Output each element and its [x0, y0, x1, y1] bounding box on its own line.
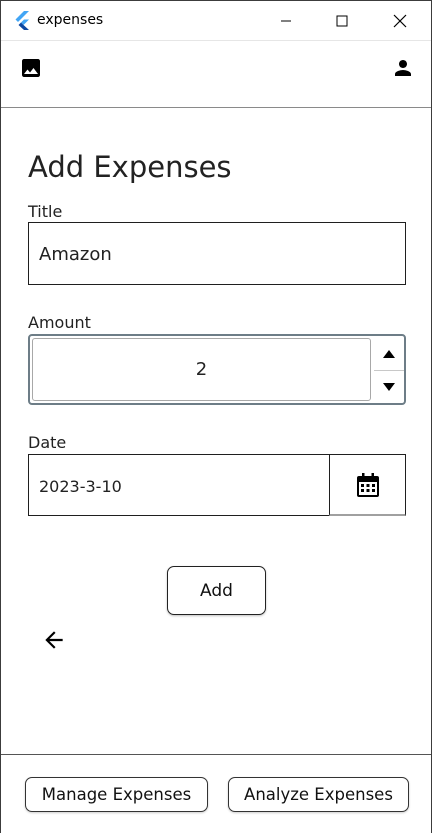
flutter-logo-icon [13, 10, 33, 30]
title-label: Title [28, 202, 63, 221]
manage-expenses-button[interactable]: Manage Expenses [25, 777, 208, 812]
close-button[interactable] [377, 1, 423, 40]
date-picker-button[interactable] [329, 454, 406, 516]
amount-field: 2 [28, 334, 406, 405]
amount-label: Amount [28, 313, 91, 332]
amount-input[interactable]: 2 [32, 338, 371, 401]
person-icon [395, 60, 411, 76]
date-input[interactable]: 2023-3-10 [28, 454, 330, 516]
title-input-value: Amazon [39, 244, 112, 265]
app-window: expenses Add Expenses Title Amazon Amoun… [0, 0, 432, 833]
triangle-down-icon [383, 383, 395, 391]
back-button[interactable] [37, 623, 71, 657]
window-title: expenses [37, 12, 104, 28]
image-icon [22, 59, 40, 77]
maximize-button[interactable] [319, 1, 365, 40]
add-button[interactable]: Add [167, 566, 266, 615]
image-button[interactable] [16, 53, 46, 83]
triangle-up-icon [383, 350, 395, 358]
amount-increment-button[interactable] [374, 338, 404, 370]
profile-button[interactable] [388, 53, 418, 83]
page-title: Add Expenses [28, 150, 232, 184]
title-input[interactable]: Amazon [28, 222, 406, 285]
minimize-button[interactable] [263, 1, 309, 40]
maximize-icon [336, 15, 348, 26]
date-label: Date [28, 433, 67, 452]
app-bar [1, 41, 431, 108]
footer-bar: Manage Expenses Analyze Expenses [1, 754, 431, 833]
close-icon [393, 14, 407, 27]
calendar-icon [356, 472, 379, 497]
title-bar: expenses [1, 1, 431, 41]
amount-input-value: 2 [195, 359, 208, 380]
amount-decrement-button[interactable] [374, 370, 404, 403]
analyze-expenses-button[interactable]: Analyze Expenses [228, 777, 409, 812]
date-input-value: 2023-3-10 [39, 477, 122, 496]
arrow-left-icon [45, 631, 63, 649]
minimize-icon [281, 20, 291, 21]
